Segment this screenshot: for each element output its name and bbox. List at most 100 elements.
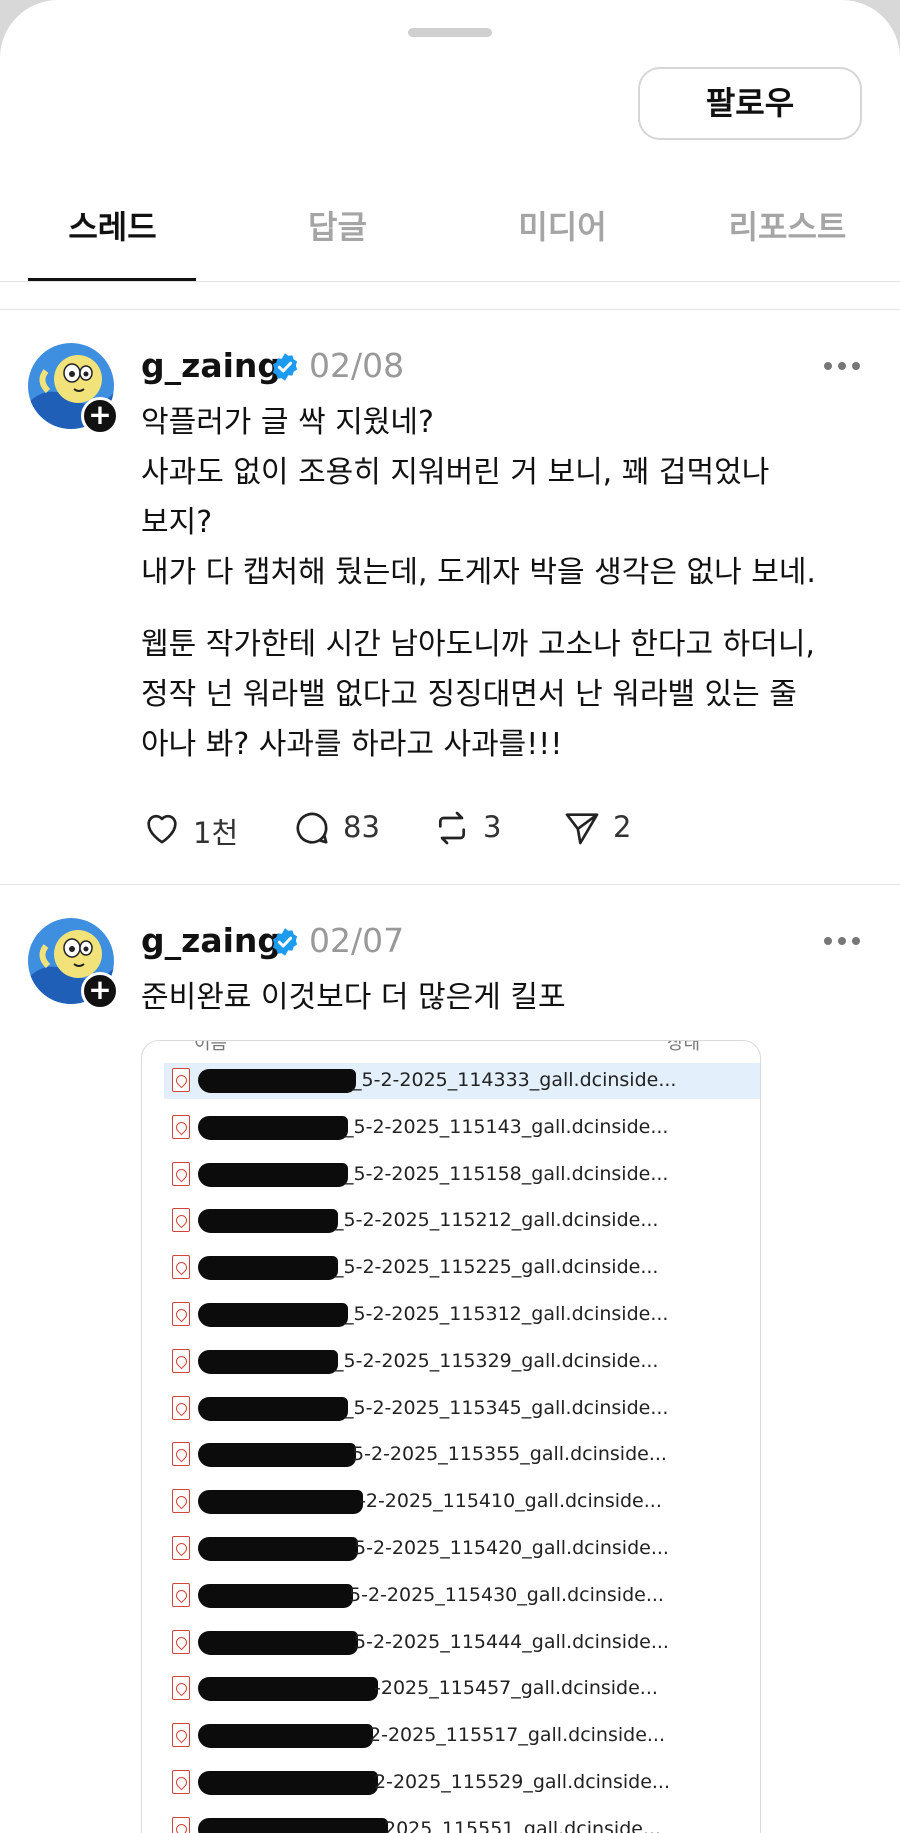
pdf-file-icon xyxy=(172,1536,190,1560)
pdf-file-icon xyxy=(172,1255,190,1280)
follow-button[interactable]: 팔로우 xyxy=(638,67,862,140)
pdf-file-icon xyxy=(172,1068,190,1092)
post-text-line: 사과도 없이 조용히 지워버린 거 보니, 꽤 겁먹었나 xyxy=(141,455,770,490)
comment-button[interactable]: 83 xyxy=(291,806,391,850)
redaction-mark xyxy=(198,1349,338,1374)
file-row: 5-2-2025_115444_gall.dcinside... xyxy=(164,1625,760,1661)
redaction-mark xyxy=(198,1817,388,1833)
verified-badge-icon xyxy=(272,353,298,381)
file-name: 2-2025_115529_gall.dcinside... xyxy=(374,1771,671,1793)
file-name: _5-2-2025_115212_gall.dcinside... xyxy=(334,1209,659,1232)
divider xyxy=(0,309,900,310)
redaction-mark xyxy=(198,1396,348,1421)
like-count: 1천 xyxy=(193,816,239,850)
file-row: _5-2-2025_115345_gall.dcinside... xyxy=(164,1391,760,1427)
redaction-mark xyxy=(198,1162,348,1187)
post-text-line: 보지? xyxy=(141,505,213,540)
post-text-line: 내가 다 캡처해 뒀는데, 도게자 박을 생각은 없나 보네. xyxy=(141,555,816,590)
file-name: 5-2-2025_115430_gall.dcinside... xyxy=(349,1583,664,1606)
file-name: _5-2-2025_115345_gall.dcinside... xyxy=(344,1396,669,1419)
file-name: -2-2025_115410_gall.dcinside... xyxy=(359,1490,662,1513)
repost-count: 3 xyxy=(483,810,502,844)
sheet-drag-handle[interactable] xyxy=(408,28,492,37)
file-name: 2-2025_115517_gall.dcinside... xyxy=(369,1724,666,1747)
post-text-line: 아나 봐? 사과를 하라고 사과를!!! xyxy=(141,727,563,762)
redaction-mark xyxy=(198,1443,356,1468)
file-row: _5-2-2025_115329_gall.dcinside... xyxy=(164,1344,760,1380)
pdf-file-icon xyxy=(172,1442,190,1467)
post-date: 02/08 xyxy=(309,346,405,385)
redaction-mark xyxy=(198,1677,378,1702)
pdf-file-icon xyxy=(172,1302,190,1326)
redaction-mark xyxy=(198,1537,358,1561)
redaction-mark xyxy=(198,1209,338,1234)
file-name: _5-2-2025_115158_gall.dcinside... xyxy=(344,1162,669,1185)
pdf-file-icon xyxy=(172,1582,190,1607)
file-row: 5-2-2025_115430_gall.dcinside... xyxy=(164,1578,760,1614)
follow-plus-icon[interactable]: + xyxy=(81,397,119,435)
post-text-line xyxy=(141,598,876,620)
repost-button[interactable]: 3 xyxy=(431,806,511,850)
pdf-file-icon xyxy=(172,1395,190,1420)
post-text: 악플러가 글 싹 지웠네? 사과도 없이 조용히 지워버린 거 보니, 꽤 겁먹… xyxy=(141,398,876,770)
pdf-file-icon xyxy=(172,1348,190,1373)
verified-badge-icon xyxy=(272,928,298,956)
file-row: 2025_115551_gall.dcinside... xyxy=(164,1812,760,1833)
pdf-file-icon xyxy=(172,1114,190,1139)
file-row: -2025_115457_gall.dcinside... xyxy=(164,1671,760,1707)
username[interactable]: g_zaing xyxy=(141,921,281,960)
comment-icon xyxy=(296,812,328,844)
tab-media[interactable]: 미디어 xyxy=(450,202,675,248)
column-header-name: 이름 xyxy=(194,1040,228,1054)
divider xyxy=(0,884,900,885)
profile-sheet: 팔로우 스레드 답글 미디어 리포스트 + g_zaing 02/08 악플러가… xyxy=(0,0,900,1833)
tab-replies[interactable]: 답글 xyxy=(225,202,450,248)
tab-threads[interactable]: 스레드 xyxy=(0,202,225,248)
file-row: 5-2-2025_115355_gall.dcinside... xyxy=(164,1437,760,1473)
file-row: _5-2-2025_115225_gall.dcinside... xyxy=(164,1250,760,1286)
redaction-mark xyxy=(198,1630,358,1655)
file-row: 5-2-2025_115420_gall.dcinside... xyxy=(164,1531,760,1567)
attached-screenshot[interactable]: 이름 상태 _5-2-2025_114333_gall.dcinside... _… xyxy=(141,1040,761,1833)
file-name: 5-2-2025_115420_gall.dcinside... xyxy=(354,1537,669,1559)
pdf-file-icon xyxy=(172,1723,190,1748)
like-button[interactable]: 1천 xyxy=(141,806,251,850)
column-header-status: 상태 xyxy=(667,1040,701,1054)
pdf-file-icon xyxy=(172,1770,190,1794)
more-options-icon[interactable] xyxy=(824,360,864,372)
file-row: _5-2-2025_115143_gall.dcinside... xyxy=(164,1110,760,1146)
file-name: _5-2-2025_115143_gall.dcinside... xyxy=(344,1115,669,1138)
post-text-line: 준비완료 이것보다 더 많은게 킬포 xyxy=(141,980,566,1015)
redaction-mark xyxy=(198,1724,373,1749)
send-icon xyxy=(565,813,599,845)
file-row: _5-2-2025_115212_gall.dcinside... xyxy=(164,1203,760,1239)
file-name: _5-2-2025_115312_gall.dcinside... xyxy=(344,1303,669,1325)
profile-tabs: 스레드 답글 미디어 리포스트 xyxy=(0,186,900,282)
post-date: 02/07 xyxy=(309,921,405,960)
pdf-file-icon xyxy=(172,1816,190,1833)
tabs-divider xyxy=(0,281,900,282)
redaction-mark xyxy=(198,1771,378,1795)
post-text-line: 정작 넌 워라밸 없다고 징징대면서 난 워라밸 있는 줄 xyxy=(141,677,797,712)
file-name: _5-2-2025_115225_gall.dcinside... xyxy=(334,1256,659,1279)
post-text-line: 악플러가 글 싹 지웠네? xyxy=(141,405,434,440)
username[interactable]: g_zaing xyxy=(141,346,281,385)
heart-icon xyxy=(147,814,177,844)
tab-reposts[interactable]: 리포스트 xyxy=(675,202,900,248)
post-text-line: 웹툰 작가한테 시간 남아도니까 고소나 한다고 하더니, xyxy=(141,627,815,662)
file-row: 2-2025_115517_gall.dcinside... xyxy=(164,1718,760,1754)
redaction-mark xyxy=(198,1115,348,1140)
share-count: 2 xyxy=(613,810,632,844)
file-row: -2-2025_115410_gall.dcinside... xyxy=(164,1484,760,1520)
share-button[interactable]: 2 xyxy=(561,806,641,850)
file-name: _5-2-2025_115329_gall.dcinside... xyxy=(334,1349,659,1372)
file-row: _5-2-2025_115312_gall.dcinside... xyxy=(164,1297,760,1333)
follow-plus-icon[interactable]: + xyxy=(81,972,119,1010)
file-name: _5-2-2025_114333_gall.dcinside... xyxy=(352,1069,677,1091)
comment-count: 83 xyxy=(343,810,380,844)
pdf-file-icon xyxy=(172,1676,190,1701)
redaction-mark xyxy=(198,1490,363,1515)
redaction-mark xyxy=(198,1303,348,1327)
more-options-icon[interactable] xyxy=(824,935,864,947)
file-row: _5-2-2025_115158_gall.dcinside... xyxy=(164,1157,760,1193)
